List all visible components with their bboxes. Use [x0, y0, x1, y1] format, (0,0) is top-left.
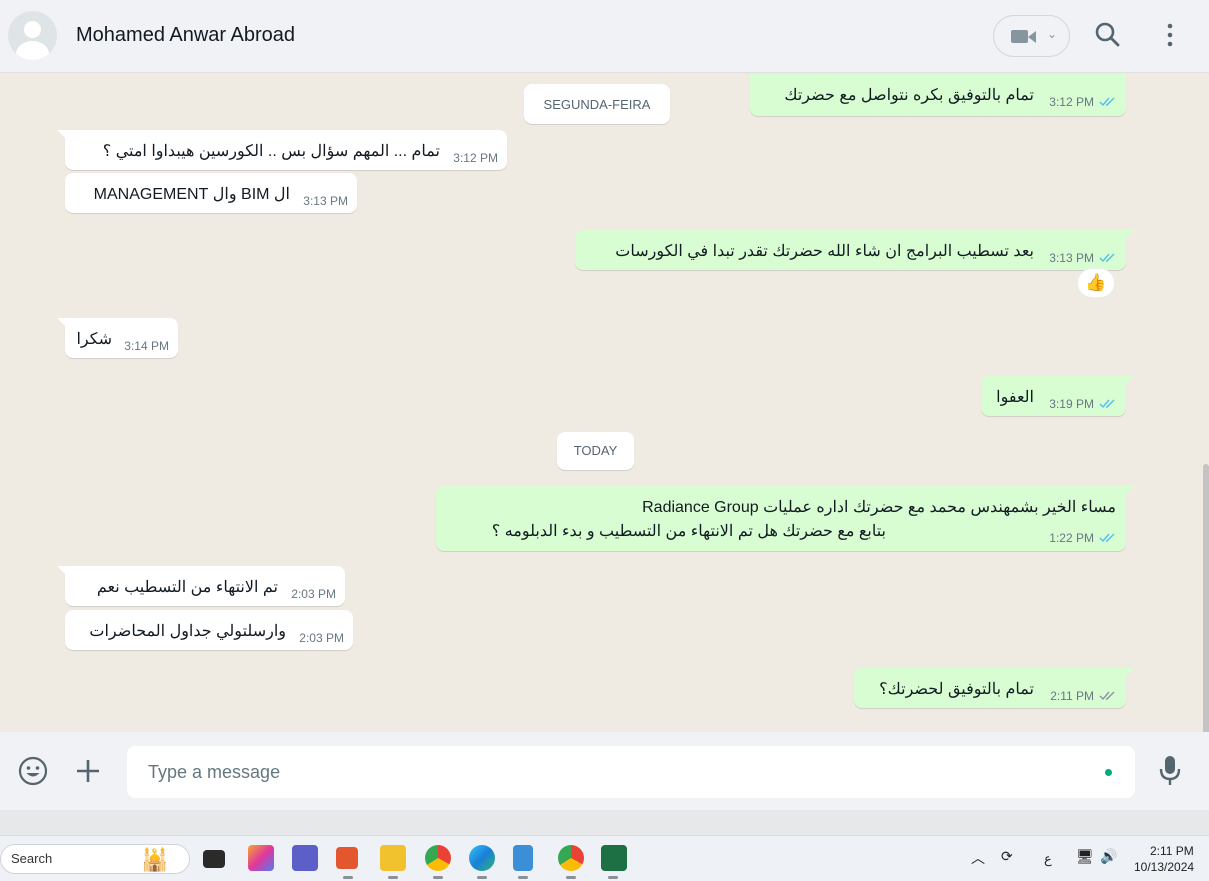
message-text: بعد تسطيب البرامج ان شاء الله حضرتك تقدر… [615, 243, 1034, 260]
message-text: العفوا [996, 389, 1034, 406]
emoji-icon [18, 756, 48, 786]
message-time: 3:12 PM [1049, 95, 1094, 109]
search-icon [1095, 22, 1120, 47]
read-ticks-icon [1099, 399, 1115, 409]
contact-name[interactable]: Mohamed Anwar Abroad [76, 24, 295, 47]
message-time: 3:13 PM [1049, 251, 1094, 265]
message-incoming[interactable]: تمام ... المهم سؤال بس .. الكورسين هيبدا… [57, 130, 507, 170]
menu-button[interactable] [1155, 20, 1185, 50]
voice-message-button[interactable] [1155, 754, 1185, 788]
message-text-line-2: بتابع مع حضرتك هل تم الانتهاء من التسطيب… [491, 523, 886, 540]
chat-messages[interactable]: تمام بالتوفيق بكره نتواصل مع حضرتك 3:12 … [0, 74, 1209, 732]
teams-icon[interactable] [292, 845, 318, 871]
message-text: تم الانتهاء من التسطيب نعم [96, 579, 278, 596]
read-ticks-icon [1099, 533, 1115, 543]
notepad-icon[interactable] [513, 845, 533, 871]
message-time: 3:12 PM [453, 151, 498, 165]
task-view-icon[interactable] [203, 850, 225, 868]
message-time: 1:22 PM [1049, 531, 1094, 545]
network-icon[interactable]: 🖥 [1076, 848, 1094, 865]
date-divider: SEGUNDA-FEIRA [524, 84, 670, 124]
read-ticks-icon [1099, 97, 1115, 107]
message-outgoing[interactable]: تمام بالتوفيق لحضرتك؟ 2:11 PM [854, 668, 1134, 708]
file-explorer-icon[interactable] [380, 845, 406, 871]
snipping-tool-icon[interactable] [336, 847, 358, 869]
menu-icon [1167, 23, 1173, 47]
chevron-down-icon: ⌄ [1047, 27, 1058, 41]
message-incoming[interactable]: ال BIM وال MANAGEMENT 3:13 PM [65, 173, 357, 213]
message-outgoing[interactable]: مساء الخير بشمهندس محمد مع حضرتك اداره ع… [436, 486, 1134, 551]
message-incoming[interactable]: وارسلتولي جداول المحاضرات 2:03 PM [65, 610, 353, 650]
edge-icon[interactable] [469, 845, 495, 871]
excel-icon[interactable] [601, 845, 627, 871]
message-outgoing[interactable]: بعد تسطيب البرامج ان شاء الله حضرتك تقدر… [575, 230, 1134, 270]
date-divider: TODAY [557, 432, 634, 470]
chrome-profile-icon[interactable] [558, 845, 584, 871]
avatar-icon[interactable] [8, 11, 57, 60]
chrome-icon[interactable] [425, 845, 451, 871]
message-time: 2:11 PM [1050, 689, 1094, 703]
message-text: تمام بالتوفيق بكره نتواصل مع حضرتك [784, 87, 1034, 104]
video-call-icon [1011, 30, 1028, 43]
message-outgoing[interactable]: العفوا 3:19 PM [981, 376, 1134, 416]
input-language[interactable]: ع [1044, 851, 1052, 867]
window-gap [0, 810, 1209, 835]
message-text: تمام بالتوفيق لحضرتك؟ [879, 681, 1034, 698]
message-composer [0, 732, 1209, 810]
windows-taskbar: Search 🕌 ︿ ⟳ ع 🖥 🔊 2:11 PM 10/13/2024 [0, 835, 1209, 881]
message-input[interactable] [127, 746, 1135, 798]
message-time: 3:13 PM [303, 194, 348, 208]
delivered-ticks-icon [1099, 691, 1115, 701]
message-incoming[interactable]: شكرا 3:14 PM [57, 318, 178, 358]
attach-button[interactable] [73, 756, 103, 786]
thumbs-up-reaction[interactable]: 👍 [1077, 268, 1115, 298]
clock-date[interactable]: 10/13/2024 [1134, 860, 1194, 874]
taskbar-search-label: Search [11, 851, 53, 866]
search-highlight-icon: 🕌 [141, 847, 169, 872]
copilot-icon[interactable] [248, 845, 274, 871]
status-dot [1105, 769, 1112, 776]
message-text: تمام ... المهم سؤال بس .. الكورسين هيبدا… [102, 143, 440, 160]
plus-icon [77, 760, 99, 782]
message-text: وارسلتولي جداول المحاضرات [89, 623, 286, 640]
message-time: 2:03 PM [299, 631, 344, 645]
message-incoming[interactable]: تم الانتهاء من التسطيب نعم 2:03 PM [57, 566, 345, 606]
video-call-button[interactable]: ⌄ [993, 15, 1070, 57]
clock-time[interactable]: 2:11 PM [1150, 844, 1194, 858]
search-button[interactable] [1093, 20, 1123, 50]
message-text: ال BIM وال MANAGEMENT [93, 186, 290, 203]
chevron-up-icon[interactable]: ︿ [971, 848, 985, 868]
chat-header: Mohamed Anwar Abroad ⌄ [0, 0, 1209, 73]
volume-icon[interactable]: 🔊 [1100, 848, 1117, 865]
message-time: 3:14 PM [124, 339, 169, 353]
read-ticks-icon [1099, 253, 1115, 263]
chat-scrollbar[interactable] [1203, 464, 1209, 732]
message-outgoing[interactable]: تمام بالتوفيق بكره نتواصل مع حضرتك 3:12 … [750, 74, 1126, 116]
message-time: 3:19 PM [1049, 397, 1094, 411]
emoji-button[interactable] [17, 755, 49, 787]
sync-icon[interactable]: ⟳ [1001, 848, 1013, 865]
mic-icon [1159, 756, 1181, 785]
message-text: شكرا [76, 331, 112, 348]
taskbar-search[interactable]: Search 🕌 [0, 844, 190, 874]
message-text-line-1: مساء الخير بشمهندس محمد مع حضرتك اداره ع… [642, 499, 1116, 516]
message-time: 2:03 PM [291, 587, 336, 601]
